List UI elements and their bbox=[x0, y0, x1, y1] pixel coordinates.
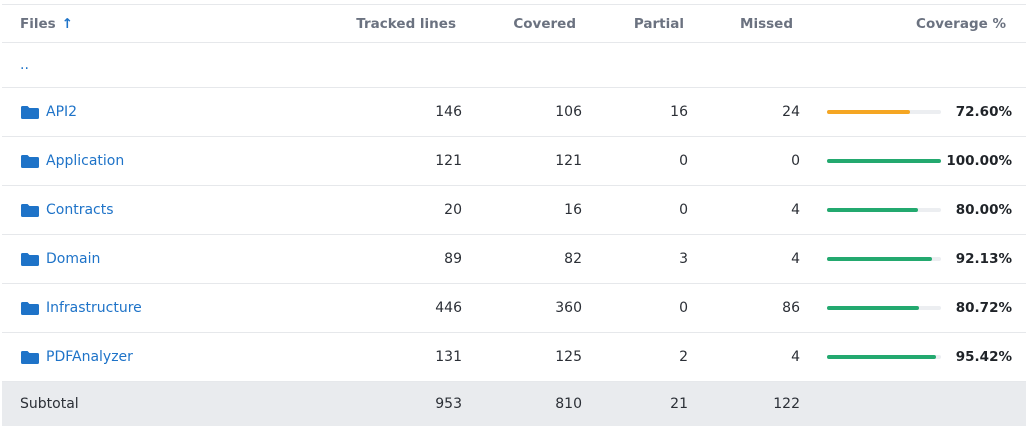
folder-icon bbox=[21, 301, 39, 315]
covered-value: 360 bbox=[555, 300, 582, 316]
tracked-lines-value: 20 bbox=[444, 202, 462, 218]
parent-directory-row: .. bbox=[2, 43, 1026, 88]
folder-link[interactable]: Application bbox=[46, 153, 124, 169]
coverage-percent: 95.42% bbox=[955, 349, 1012, 365]
coverage-bar-fill bbox=[827, 257, 933, 261]
coverage-percent: 72.60% bbox=[955, 104, 1012, 120]
partial-value: 2 bbox=[679, 349, 688, 365]
missed-value: 0 bbox=[791, 153, 800, 169]
coverage-table: Files ↑ Tracked lines Covered Partial Mi… bbox=[2, 4, 1026, 426]
subtotal-tracked: 953 bbox=[435, 396, 462, 412]
table-row: PDFAnalyzer 131 125 2 4 95.42% bbox=[2, 333, 1026, 382]
missed-value: 24 bbox=[782, 104, 800, 120]
covered-value: 16 bbox=[564, 202, 582, 218]
subtotal-partial: 21 bbox=[670, 396, 688, 412]
folder-link[interactable]: Infrastructure bbox=[46, 300, 142, 316]
table-header: Files ↑ Tracked lines Covered Partial Mi… bbox=[2, 5, 1026, 43]
folder-rows: API2 146 106 16 24 72.60% Application 12… bbox=[2, 88, 1026, 382]
coverage-percent: 92.13% bbox=[955, 251, 1012, 267]
tracked-lines-column-header[interactable]: Tracked lines bbox=[332, 5, 456, 42]
partial-value: 16 bbox=[670, 104, 688, 120]
coverage-bar-fill bbox=[827, 355, 936, 359]
partial-value: 0 bbox=[679, 153, 688, 169]
folder-icon bbox=[21, 154, 39, 168]
covered-column-header[interactable]: Covered bbox=[452, 5, 576, 42]
coverage-bar bbox=[827, 110, 941, 114]
covered-value: 121 bbox=[555, 153, 582, 169]
coverage-bar-fill bbox=[827, 306, 920, 310]
partial-column-header[interactable]: Partial bbox=[562, 5, 684, 42]
tracked-lines-value: 89 bbox=[444, 251, 462, 267]
coverage-column-header[interactable]: Coverage % bbox=[916, 5, 1006, 42]
coverage-bar-cell bbox=[827, 284, 941, 332]
table-row: API2 146 106 16 24 72.60% bbox=[2, 88, 1026, 137]
coverage-bar-fill bbox=[827, 159, 941, 163]
coverage-percent: 80.00% bbox=[955, 202, 1012, 218]
tracked-lines-value: 446 bbox=[435, 300, 462, 316]
folder-icon bbox=[21, 252, 39, 266]
parent-directory-link[interactable]: .. bbox=[20, 57, 29, 73]
tracked-lines-value: 131 bbox=[435, 349, 462, 365]
folder-icon bbox=[21, 105, 39, 119]
subtotal-missed: 122 bbox=[773, 396, 800, 412]
tracked-lines-value: 146 bbox=[435, 104, 462, 120]
folder-link[interactable]: Domain bbox=[46, 251, 100, 267]
subtotal-row: Subtotal 953 810 21 122 bbox=[2, 382, 1026, 426]
sort-ascending-icon[interactable]: ↑ bbox=[62, 16, 73, 32]
folder-name-cell: Infrastructure bbox=[20, 284, 142, 332]
partial-value: 3 bbox=[679, 251, 688, 267]
coverage-bar-cell bbox=[827, 137, 941, 185]
partial-value: 0 bbox=[679, 202, 688, 218]
coverage-bar-cell bbox=[827, 333, 941, 381]
table-row: Infrastructure 446 360 0 86 80.72% bbox=[2, 284, 1026, 333]
folder-name-cell: Contracts bbox=[20, 186, 114, 234]
subtotal-label: Subtotal bbox=[20, 396, 79, 412]
files-column-header[interactable]: Files ↑ bbox=[20, 5, 73, 42]
folder-icon bbox=[21, 203, 39, 217]
coverage-bar-cell bbox=[827, 88, 941, 136]
missed-value: 4 bbox=[791, 202, 800, 218]
coverage-bar bbox=[827, 159, 941, 163]
coverage-bar bbox=[827, 355, 941, 359]
covered-value: 82 bbox=[564, 251, 582, 267]
coverage-bar-cell bbox=[827, 235, 941, 283]
table-row: Contracts 20 16 0 4 80.00% bbox=[2, 186, 1026, 235]
covered-value: 106 bbox=[555, 104, 582, 120]
table-row: Application 121 121 0 0 100.00% bbox=[2, 137, 1026, 186]
coverage-bar bbox=[827, 208, 941, 212]
files-header-label: Files bbox=[20, 15, 56, 32]
subtotal-covered: 810 bbox=[555, 396, 582, 412]
folder-link[interactable]: Contracts bbox=[46, 202, 114, 218]
table-row: Domain 89 82 3 4 92.13% bbox=[2, 235, 1026, 284]
folder-icon bbox=[21, 350, 39, 364]
coverage-bar-cell bbox=[827, 186, 941, 234]
coverage-bar-fill bbox=[827, 110, 910, 114]
tracked-lines-value: 121 bbox=[435, 153, 462, 169]
missed-value: 4 bbox=[791, 349, 800, 365]
partial-value: 0 bbox=[679, 300, 688, 316]
folder-name-cell: API2 bbox=[20, 88, 77, 136]
missed-value: 86 bbox=[782, 300, 800, 316]
coverage-bar bbox=[827, 257, 941, 261]
missed-column-header[interactable]: Missed bbox=[682, 5, 793, 42]
folder-name-cell: PDFAnalyzer bbox=[20, 333, 133, 381]
coverage-percent: 80.72% bbox=[955, 300, 1012, 316]
folder-name-cell: Application bbox=[20, 137, 124, 185]
missed-value: 4 bbox=[791, 251, 800, 267]
covered-value: 125 bbox=[555, 349, 582, 365]
coverage-bar bbox=[827, 306, 941, 310]
folder-name-cell: Domain bbox=[20, 235, 100, 283]
folder-link[interactable]: PDFAnalyzer bbox=[46, 349, 133, 365]
coverage-bar-fill bbox=[827, 208, 919, 212]
folder-link[interactable]: API2 bbox=[46, 104, 77, 120]
coverage-percent: 100.00% bbox=[946, 153, 1012, 169]
